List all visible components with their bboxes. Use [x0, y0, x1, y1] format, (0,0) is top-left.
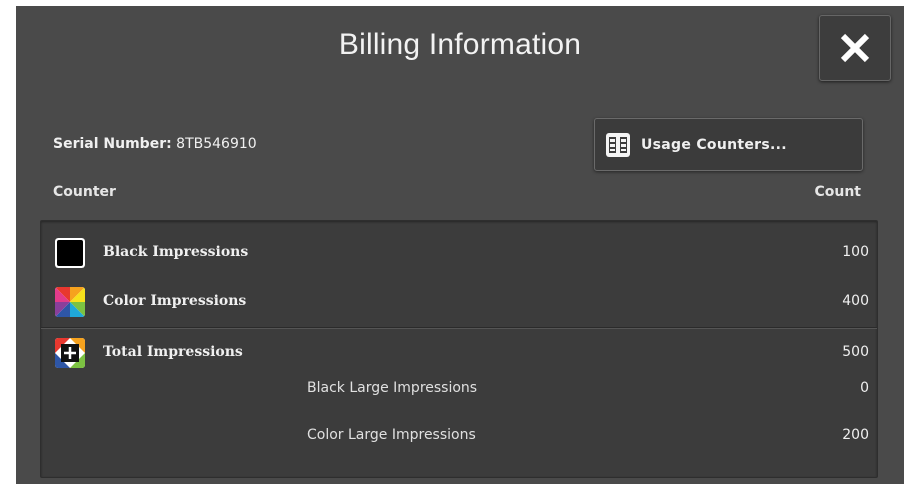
row-label: Total Impressions — [103, 344, 243, 360]
table-row-black-large-impressions: Black Large Impressions 0 — [41, 371, 877, 405]
row-value: 200 — [842, 427, 869, 443]
row-value: 100 — [842, 244, 869, 260]
row-value: 0 — [860, 380, 869, 396]
total-swatch-icon — [55, 338, 85, 368]
row-label: Color Impressions — [103, 293, 247, 309]
close-icon — [840, 33, 870, 63]
color-swatch-icon — [55, 287, 85, 317]
black-swatch-icon — [55, 238, 85, 268]
row-value: 400 — [842, 293, 869, 309]
table-row-black-impressions: Black Impressions 100 — [41, 235, 877, 269]
usage-counters-button[interactable]: Usage Counters... — [594, 118, 863, 171]
serial-number: Serial Number: 8TB546910 — [53, 136, 257, 152]
column-header-count: Count — [814, 184, 861, 200]
table-row-color-impressions: Color Impressions 400 — [41, 284, 877, 318]
serial-number-label: Serial Number: — [53, 136, 172, 152]
billing-dialog: Billing Information Serial Number: 8TB54… — [16, 6, 904, 484]
row-label: Black Impressions — [103, 244, 249, 260]
table-row-color-large-impressions: Color Large Impressions 200 — [41, 418, 877, 452]
column-header-counter: Counter — [53, 184, 116, 200]
row-label: Black Large Impressions — [307, 380, 478, 396]
serial-number-value: 8TB546910 — [176, 136, 257, 152]
usage-counters-icon — [605, 132, 631, 158]
table-row-total-impressions: Total Impressions 500 — [41, 335, 877, 369]
row-label: Color Large Impressions — [307, 427, 476, 443]
usage-counters-label: Usage Counters... — [641, 136, 787, 153]
dialog-title: Billing Information — [338, 28, 582, 61]
row-value: 500 — [842, 344, 869, 360]
table-divider — [41, 327, 877, 328]
close-button[interactable] — [819, 15, 891, 81]
counter-table[interactable]: Black Impressions 100 Color Impressions — [40, 220, 878, 478]
